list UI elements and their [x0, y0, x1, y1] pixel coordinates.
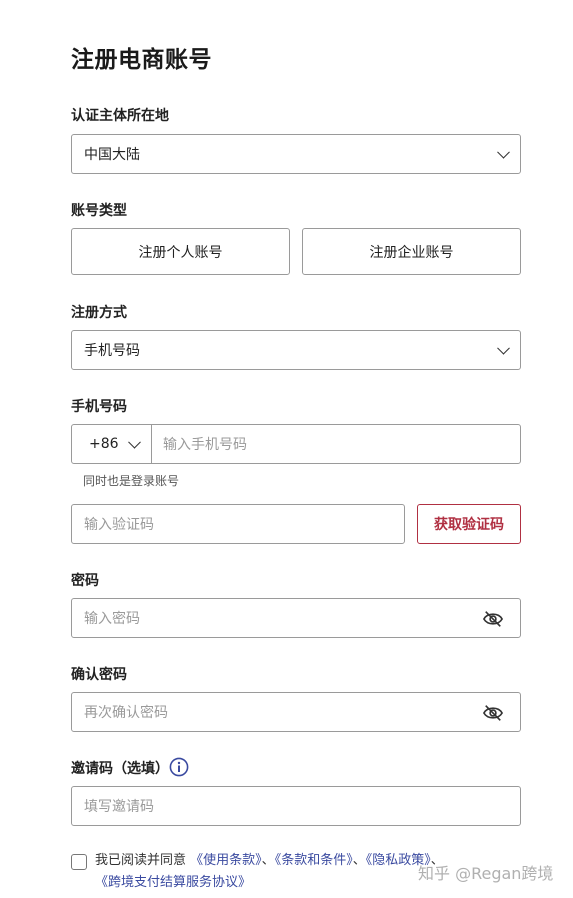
business-account-button[interactable]: 注册企业账号	[302, 228, 521, 275]
watermark: 知乎 @Regan跨境	[418, 864, 554, 883]
confirm-password-placeholder: 再次确认密码	[84, 705, 168, 721]
eye-off-icon[interactable]	[482, 703, 504, 723]
phone-field: +86 输入手机号码	[71, 424, 521, 464]
separator: 、	[352, 853, 366, 868]
method-value: 手机号码	[84, 343, 140, 359]
region-label: 认证主体所在地	[71, 108, 169, 124]
country-code-select[interactable]: +86	[72, 425, 152, 463]
password-label: 密码	[71, 573, 99, 589]
chevron-down-icon	[497, 341, 510, 355]
chevron-down-icon	[497, 145, 510, 159]
method-select[interactable]: 手机号码	[71, 330, 521, 370]
terms-of-use-link[interactable]: 《使用条款》	[190, 853, 262, 868]
confirm-password-input[interactable]: 再次确认密码	[71, 692, 521, 732]
eye-off-icon[interactable]	[482, 609, 504, 629]
page-title: 注册电商账号	[71, 47, 212, 73]
confirm-password-label: 确认密码	[71, 667, 127, 683]
cross-border-agreement-link[interactable]: 《跨境支付结算服务协议》	[95, 875, 251, 890]
personal-account-button[interactable]: 注册个人账号	[71, 228, 290, 275]
method-label: 注册方式	[71, 305, 127, 321]
phone-label: 手机号码	[71, 399, 127, 415]
invite-placeholder: 填写邀请码	[84, 799, 154, 815]
region-select[interactable]: 中国大陆	[71, 134, 521, 174]
agreement-prefix: 我已阅读并同意	[95, 853, 187, 868]
phone-hint: 同时也是登录账号	[83, 474, 180, 488]
invite-input[interactable]: 填写邀请码	[71, 786, 521, 826]
country-code-value: +86	[89, 436, 119, 452]
account-type-label: 账号类型	[71, 203, 127, 219]
invite-label: 邀请码（选填）	[71, 761, 169, 777]
terms-conditions-link[interactable]: 《条款和条件》	[275, 853, 353, 868]
phone-input[interactable]: 输入手机号码	[163, 425, 247, 463]
verification-code-placeholder: 输入验证码	[84, 517, 154, 533]
info-icon[interactable]	[169, 757, 189, 777]
password-input[interactable]: 输入密码	[71, 598, 521, 638]
region-value: 中国大陆	[84, 147, 140, 163]
chevron-down-icon	[128, 435, 141, 449]
separator: 、	[261, 853, 275, 868]
verification-code-input[interactable]: 输入验证码	[71, 504, 405, 544]
get-code-button[interactable]: 获取验证码	[417, 504, 521, 544]
password-placeholder: 输入密码	[84, 611, 140, 627]
